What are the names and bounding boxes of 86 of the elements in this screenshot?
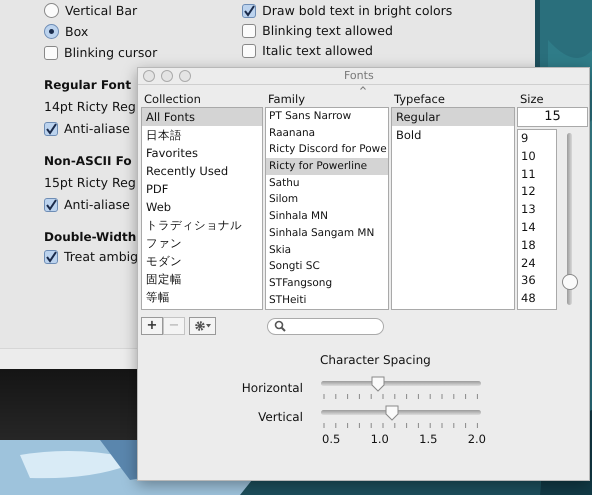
list-item[interactable]: Raanana [266,124,388,142]
list-item[interactable]: 11 [518,166,556,184]
minimize-button[interactable] [161,70,173,82]
list-item[interactable]: 24 [518,254,556,272]
list-item[interactable]: ファン [142,234,262,252]
list-item[interactable]: トラディショナル [142,216,262,234]
action-button[interactable]: + [141,317,163,335]
list-item[interactable]: Recently Used [142,162,262,180]
scale-label: 1.0 [370,432,389,446]
list-item[interactable]: Skia [266,242,388,258]
list-item[interactable]: 18 [518,236,556,255]
search-field[interactable] [267,318,384,334]
spacing-slider[interactable] [321,405,481,421]
zoom-button[interactable] [179,70,191,82]
radio-button[interactable] [44,24,59,39]
list-item[interactable]: Songti SC [266,258,388,275]
list-item[interactable]: Bold [392,126,514,144]
checkbox[interactable] [44,198,58,212]
list-item[interactable]: 等幅 [142,288,262,306]
list-item[interactable]: 日本語 [142,126,262,144]
close-button[interactable] [143,70,155,82]
list-item[interactable]: 13 [518,201,556,219]
slider-label: Horizontal [240,381,303,395]
checkbox-label: Treat ambig [64,249,138,264]
column-header: Collection [143,91,202,107]
list-item[interactable]: All Fonts [142,108,262,126]
list-item[interactable]: 9 [518,130,556,148]
checkbox-label: Draw bold text in bright colors [262,3,452,18]
list-item[interactable]: Ricty for Powerline [266,158,388,175]
checkbox[interactable] [44,250,58,264]
slider-thumb[interactable] [562,274,578,290]
list-item[interactable]: Regular [392,108,514,126]
checkbox[interactable] [44,122,58,136]
column-header: Family [267,91,306,107]
size-field[interactable]: 15 [517,107,588,127]
list-item[interactable]: Web [142,198,262,216]
scale-label: 1.5 [419,432,438,446]
list-item[interactable]: 10 [518,148,556,166]
checkbox-label: Italic text allowed [262,43,373,58]
list-item[interactable]: STFangsong [266,274,388,292]
slider-thumb[interactable] [385,405,400,421]
spacing-slider[interactable] [321,376,481,392]
section-title: Character Spacing [320,353,431,369]
checkbox[interactable] [44,46,58,60]
list-item[interactable]: Sinhala Sangam MN [266,224,388,242]
checkbox-label: Blinking cursor [64,45,158,60]
list-item[interactable]: Sathu [266,174,388,192]
column-header: Typeface [393,91,446,107]
list-item[interactable]: Silom [266,191,388,208]
radio-button[interactable] [44,3,59,18]
list-item[interactable]: Favorites [142,144,262,162]
font-name: 14pt Ricty Reg [44,98,136,116]
list-item[interactable]: 固定幅 [142,270,262,288]
section-heading: Double-Width [44,229,136,246]
radio-label: Vertical Bar [65,3,138,18]
window-title: Fonts [344,69,374,82]
scale-label: 0.5 [322,432,340,446]
slider-thumb[interactable] [370,376,385,392]
list-item[interactable]: Sinhala MN [266,208,388,225]
checkbox[interactable] [242,24,256,38]
checkbox[interactable] [242,44,256,58]
section-heading: Regular Font [44,77,132,94]
gear-menu-button[interactable] [189,317,216,335]
search-icon [274,320,286,332]
list-item[interactable]: Ricty Discord for Powe [266,141,388,158]
list-item[interactable]: 48 [518,290,556,308]
section-heading: Non-ASCII Fo [44,153,132,170]
list-item[interactable]: STHeiti [266,292,388,308]
slider-label: Vertical [257,410,303,424]
list-item[interactable]: 36 [518,272,556,290]
checkbox[interactable] [242,4,256,18]
list-item[interactable]: PT Sans Narrow [266,108,388,125]
checkbox-label: Anti-aliase [64,121,130,136]
caret-icon[interactable] [360,86,366,90]
gear-icon [194,320,212,332]
list-item[interactable]: 12 [518,183,556,202]
checkbox-label: Blinking text allowed [262,23,393,38]
list-item[interactable]: モダン [142,252,262,270]
scale-label: 2.0 [468,432,486,446]
checkbox-label: Anti-aliase [64,197,130,212]
list-item[interactable]: PDF [142,180,262,198]
column-header: Size [519,91,545,107]
font-name: 15pt Ricty Reg [44,174,136,192]
radio-label: Box [65,24,88,39]
list-item[interactable]: 14 [518,218,556,237]
size-slider[interactable] [562,133,578,305]
